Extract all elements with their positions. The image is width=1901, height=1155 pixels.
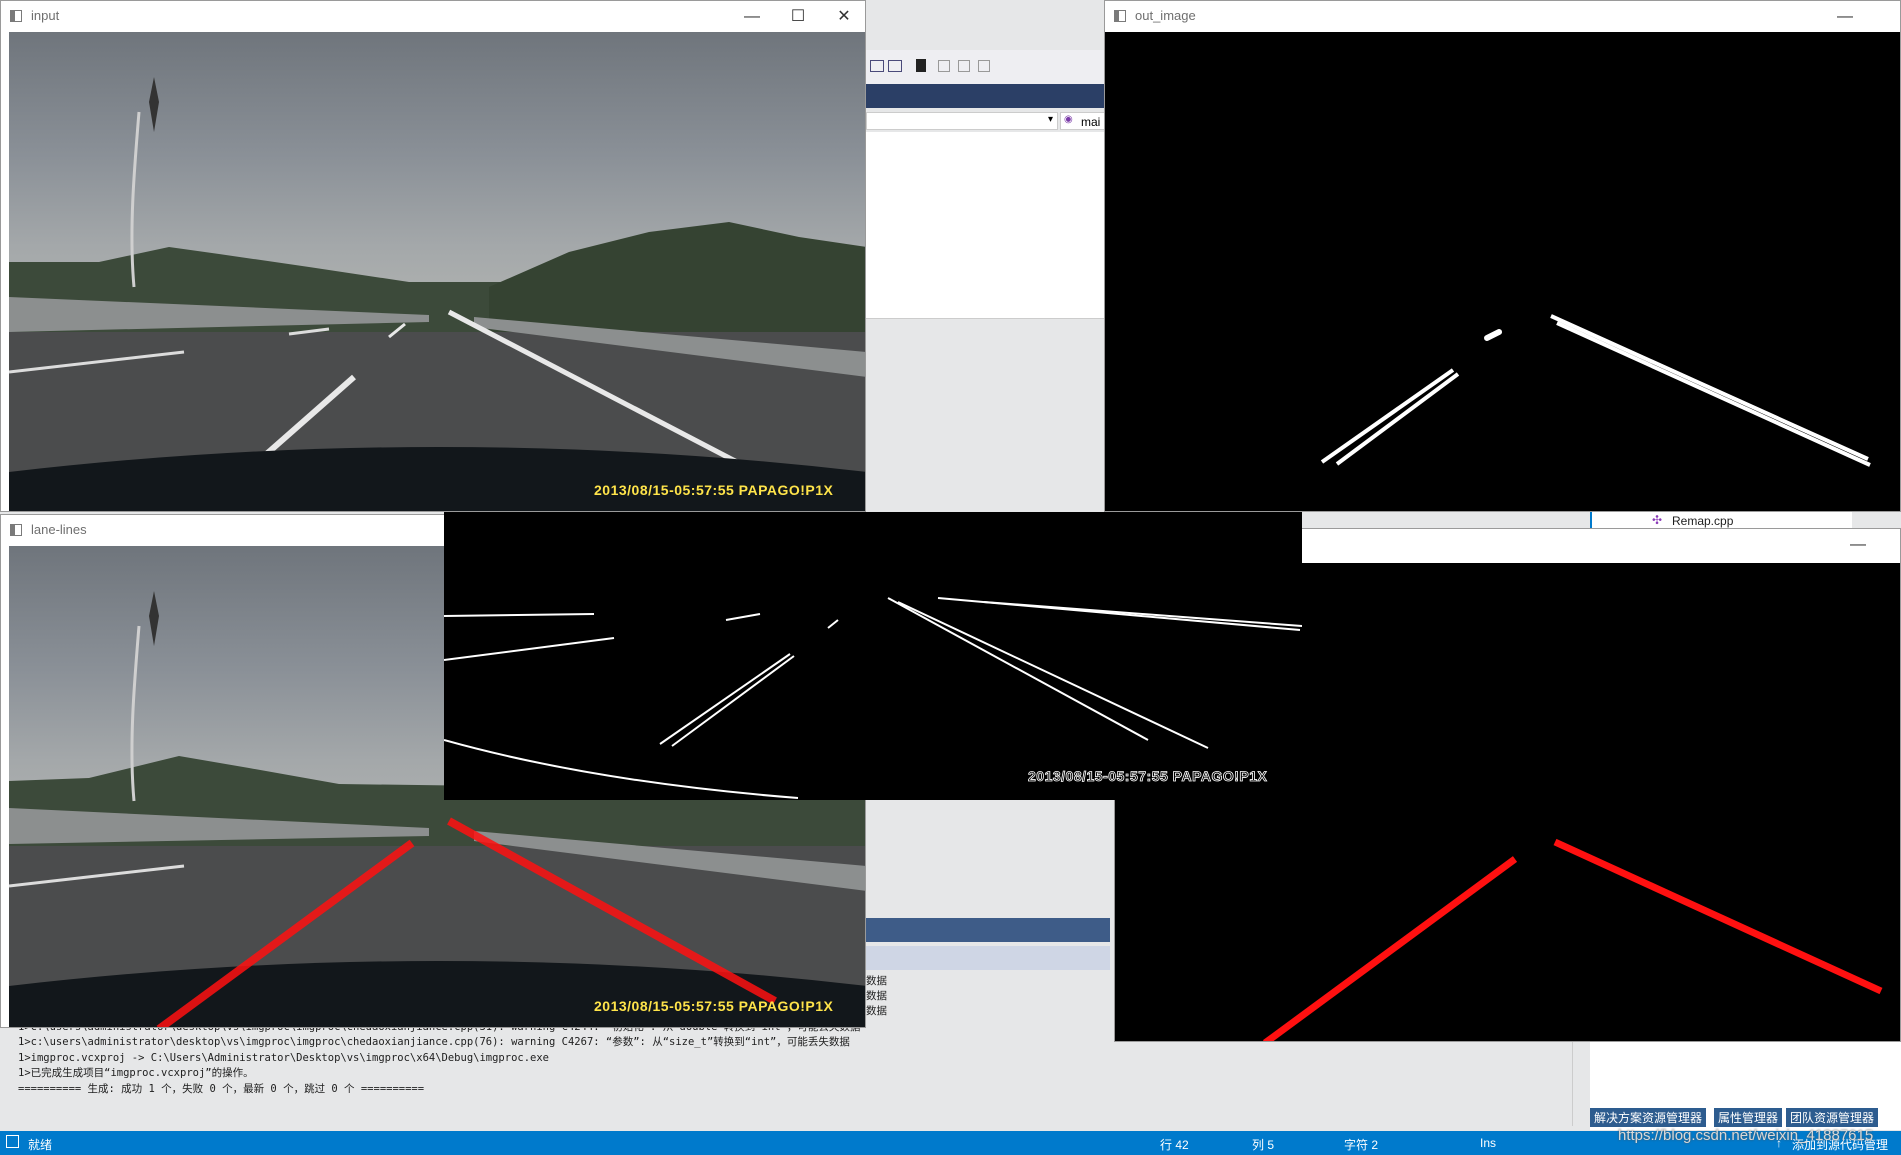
dashcam-image: 2013/08/15-05:57:55 PAPAGO!P1X xyxy=(9,32,865,511)
output-line: 1>已完成生成项目“imgproc.vcxproj”的操作。 xyxy=(18,1067,254,1079)
title-bar[interactable]: lane-lines xyxy=(1,515,445,546)
window-icon xyxy=(6,1135,19,1148)
ide-dropdown[interactable]: ▾ xyxy=(866,112,1058,130)
lane-mark-fragment xyxy=(1484,329,1502,341)
output-line: 1>c:\users\administrator\desktop\vs\imgp… xyxy=(18,1036,850,1048)
file-tab-label: Remap.cpp xyxy=(1672,514,1734,528)
edge-line xyxy=(983,601,1302,627)
edge-line xyxy=(659,653,791,745)
lane-mark-left-outer xyxy=(1320,368,1455,464)
ide-toolbar-strip xyxy=(866,50,1106,84)
lane-line-right xyxy=(1553,838,1883,995)
app-icon xyxy=(1114,10,1126,22)
output-scrollbar[interactable] xyxy=(1572,1040,1589,1126)
toolbar-icon[interactable] xyxy=(870,60,884,72)
minimize-button[interactable]: — xyxy=(729,1,775,32)
output-line: 1>imgproc.vcxproj -> C:\Users\Administra… xyxy=(18,1052,550,1064)
binary-lane-svg xyxy=(1320,314,1871,467)
watermark: https://blog.csdn.net/weixin_41887615 xyxy=(1618,1127,1874,1144)
toolbar-icon[interactable] xyxy=(938,60,950,72)
edges-svg xyxy=(444,597,1302,799)
minimize-button[interactable]: — xyxy=(1822,1,1868,32)
status-col: 列 5 xyxy=(1252,1138,1275,1152)
edge-line xyxy=(887,597,1149,741)
ide-member-dropdown[interactable]: ◉ mai xyxy=(1060,112,1106,130)
output-line: 数据 xyxy=(866,975,887,987)
toolbar-icon[interactable] xyxy=(888,60,902,72)
title-bar[interactable]: input — ☐ ✕ xyxy=(1,1,865,32)
timestamp: 2013/08/15-05:57:55 PAPAGO!P1X xyxy=(594,482,834,498)
app-icon xyxy=(10,524,22,536)
method-icon: ◉ xyxy=(1064,114,1073,125)
window-title: input xyxy=(31,8,60,23)
status-mode: Ins xyxy=(1480,1136,1497,1150)
toolbar-icon[interactable] xyxy=(978,60,990,72)
dropdown-text: mai xyxy=(1081,115,1101,129)
lane-mark-right-inner xyxy=(1556,321,1871,467)
bookmark-icon[interactable] xyxy=(916,59,926,72)
tab-team-explorer[interactable]: 团队资源管理器 xyxy=(1786,1108,1879,1127)
app-icon xyxy=(10,10,22,22)
timestamp: 2013/08/15-05:57:55 PAPAGO!P1X xyxy=(594,998,834,1014)
output-line: 数据 xyxy=(866,1005,887,1017)
lane-mark-left-inner xyxy=(1335,372,1460,466)
status-ready: 就绪 xyxy=(28,1138,53,1152)
ide-navy-band xyxy=(866,84,1106,108)
lane-mark-right-outer xyxy=(1550,314,1869,461)
maximize-button[interactable]: ☐ xyxy=(775,1,821,32)
ide-editor-area[interactable] xyxy=(866,132,1106,319)
status-bar: 就绪 行 42 列 5 字符 2 Ins ↑ 添加到源代码管理 xyxy=(0,1131,1901,1155)
pole-lamp xyxy=(149,591,159,646)
edge-line xyxy=(444,613,595,617)
window-title: lane-lines xyxy=(31,522,87,537)
chevron-down-icon: ▾ xyxy=(1047,114,1053,125)
window-edges: 2013/08/15-05:57:55 PAPAGO!P1X xyxy=(444,512,1302,800)
edge-line xyxy=(827,619,839,629)
ide-output-header xyxy=(866,918,1110,942)
output-line: ========== 生成: 成功 1 个，失败 0 个，最新 0 个，跳过 0… xyxy=(18,1083,425,1095)
window-title: out_image xyxy=(1135,8,1196,23)
lane-line-left xyxy=(1262,856,1518,1041)
edge-line xyxy=(725,613,761,621)
tab-solution-explorer[interactable]: 解决方案资源管理器 xyxy=(1590,1108,1707,1127)
binary-lane-image xyxy=(1105,32,1900,511)
edge-line xyxy=(671,655,795,747)
window-out-image: out_image — xyxy=(1104,0,1901,512)
edge-line xyxy=(897,601,1209,749)
tab-property-manager[interactable]: 属性管理器 xyxy=(1714,1108,1783,1127)
window-input: input — ☐ ✕ 2013/08/15-05:57:55 PAPAGO!P… xyxy=(0,0,866,512)
output-line: 数据 xyxy=(866,990,887,1002)
close-button[interactable]: ✕ xyxy=(821,1,867,32)
status-line: 行 42 xyxy=(1160,1138,1189,1152)
title-bar[interactable]: out_image — xyxy=(1105,1,1900,32)
timestamp-outline: 2013/08/15-05:57:55 PAPAGO!P1X xyxy=(1028,768,1268,785)
pin-icon: ✣ xyxy=(1652,513,1663,527)
edge-line xyxy=(444,637,615,661)
hill-right xyxy=(489,222,865,332)
road-scene-svg xyxy=(9,77,865,511)
ide-output-header-light xyxy=(866,946,1110,970)
edge-line xyxy=(444,739,799,799)
pole-lamp xyxy=(149,77,159,132)
status-char: 字符 2 xyxy=(1344,1138,1379,1152)
toolbar-icon[interactable] xyxy=(958,60,970,72)
minimize-button[interactable]: — xyxy=(1835,529,1881,560)
